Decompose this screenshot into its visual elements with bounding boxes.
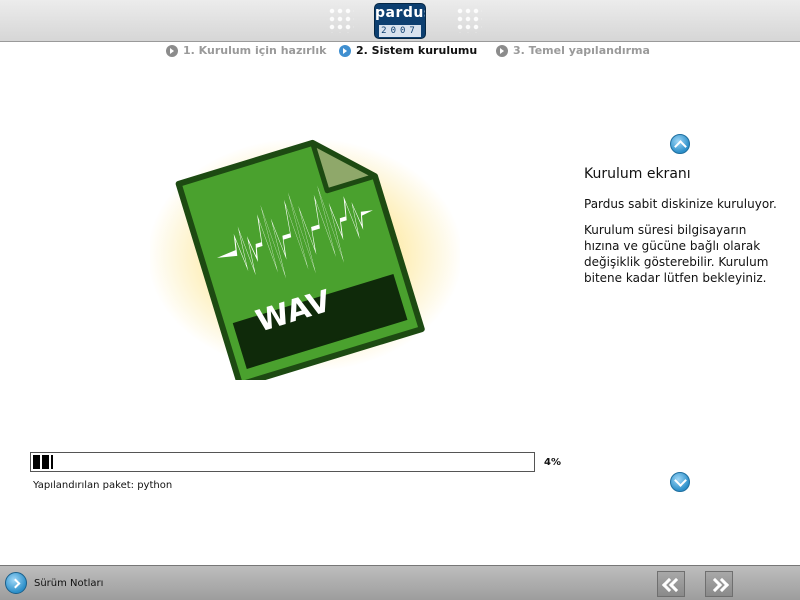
panel-paragraph: Pardus sabit diskinize kuruluyor. (584, 197, 777, 211)
release-notes-label: Sürüm Notları (34, 577, 104, 589)
progress-fill (33, 455, 53, 469)
step-label: 1. Kurulum için hazırlık (183, 44, 327, 57)
progress-percent: 4% (544, 457, 561, 468)
step-system-install: 2. Sistem kurulumu (339, 44, 477, 57)
installation-steps: 1. Kurulum için hazırlık 2. Sistem kurul… (0, 43, 800, 61)
wav-file-icon (175, 139, 425, 380)
step-arrow-icon (496, 44, 508, 57)
arrow-right-icon (5, 572, 27, 594)
back-button[interactable] (657, 571, 685, 597)
step-basic-config: 3. Temel yapılandırma (496, 44, 650, 57)
step-arrow-icon (166, 44, 178, 57)
bottom-bar: Sürüm Notları (0, 565, 800, 600)
step-arrow-icon (339, 44, 351, 57)
install-progress-bar (30, 452, 535, 472)
installer-window: pardus 2007 1. Kurulum için hazırlık 2. … (0, 0, 800, 600)
panel-title: Kurulum ekranı (584, 166, 691, 182)
logo-brand-text: pardus (375, 5, 425, 21)
next-button[interactable] (705, 571, 733, 597)
pardus-logo: pardus 2007 (374, 3, 426, 39)
step-preparation: 1. Kurulum için hazırlık (166, 44, 326, 57)
scroll-down-button[interactable] (670, 472, 690, 492)
slide-illustration: WAV (140, 130, 470, 380)
step-label: 2. Sistem kurulumu (356, 44, 478, 57)
header-dots-decoration (456, 7, 482, 33)
step-label: 3. Temel yapılandırma (513, 44, 650, 57)
panel-paragraph: Kurulum süresi bilgisayarın hızına ve gü… (584, 223, 769, 285)
header-dots-decoration (328, 7, 354, 33)
release-notes-button[interactable]: Sürüm Notları (5, 572, 103, 594)
header-bar: pardus 2007 (0, 0, 800, 42)
info-panel: Kurulum ekranı Pardus sabit diskinize ku… (584, 166, 784, 296)
scroll-up-button[interactable] (670, 134, 690, 154)
logo-year-text: 2007 (379, 25, 421, 37)
current-package-status: Yapılandırılan paket: python (33, 480, 173, 491)
